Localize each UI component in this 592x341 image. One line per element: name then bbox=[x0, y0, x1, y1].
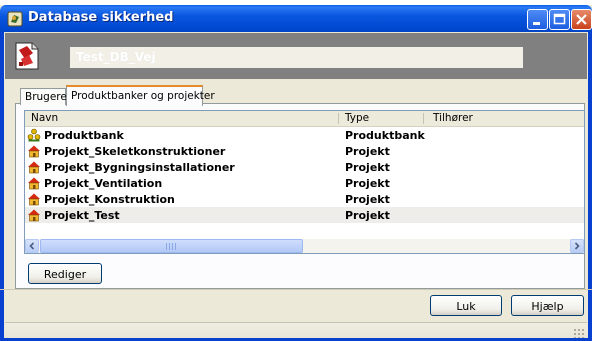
close-icon bbox=[576, 14, 587, 25]
title-bar[interactable]: Database sikkerhed bbox=[0, 5, 592, 32]
database-header: Test_DB_Vej bbox=[5, 33, 587, 79]
database-security-window: Database sikkerhed Test_DB_Vej Brugere P… bbox=[0, 5, 592, 341]
row-type: Projekt bbox=[345, 209, 390, 222]
house-icon bbox=[28, 145, 40, 158]
row-type: Projekt bbox=[345, 145, 390, 158]
edit-button[interactable]: Rediger bbox=[28, 263, 102, 284]
tab-produktbanker-og-projekter[interactable]: Produktbanker og projekter bbox=[66, 85, 215, 106]
projects-list[interactable]: Navn Type Tilhører Produktbank Produktba… bbox=[24, 110, 585, 254]
window-frame-right bbox=[588, 32, 592, 341]
help-button[interactable]: Hjælp bbox=[511, 295, 584, 316]
horizontal-scrollbar[interactable] bbox=[25, 239, 584, 253]
row-name: Projekt_Skeletkonstruktioner bbox=[44, 145, 226, 158]
column-header-tilhoerer[interactable]: Tilhører bbox=[433, 112, 473, 124]
list-row[interactable]: Projekt_Konstruktion Projekt bbox=[25, 191, 584, 207]
list-row[interactable]: Produktbank Produktbank bbox=[25, 127, 584, 143]
grip-icon bbox=[166, 243, 178, 250]
house-icon bbox=[28, 177, 40, 190]
people-icon bbox=[27, 128, 41, 142]
database-name-field: Test_DB_Vej bbox=[70, 47, 523, 68]
scrollbar-thumb[interactable] bbox=[40, 239, 303, 253]
minimize-icon bbox=[533, 22, 540, 25]
list-header: Navn Type Tilhører bbox=[25, 111, 584, 127]
list-row[interactable]: Projekt_Ventilation Projekt bbox=[25, 175, 584, 191]
house-icon bbox=[28, 193, 40, 206]
minimize-button[interactable] bbox=[527, 9, 548, 30]
row-name: Produktbank bbox=[44, 129, 124, 142]
column-separator[interactable] bbox=[338, 113, 339, 124]
close-window-button[interactable] bbox=[571, 9, 592, 30]
row-type: Projekt bbox=[345, 177, 390, 190]
list-row[interactable]: Projekt_Skeletkonstruktioner Projekt bbox=[25, 143, 584, 159]
row-name: Projekt_Konstruktion bbox=[44, 193, 175, 206]
house-icon bbox=[28, 209, 40, 222]
list-row[interactable]: Projekt_Bygningsinstallationer Projekt bbox=[25, 159, 584, 175]
database-document-icon bbox=[15, 42, 39, 70]
tab-brugere[interactable]: Brugere bbox=[20, 88, 67, 105]
divider bbox=[0, 289, 592, 290]
row-type: Produktbank bbox=[345, 129, 425, 142]
app-icon bbox=[7, 11, 23, 27]
row-name: Projekt_Ventilation bbox=[44, 177, 163, 190]
row-name: Projekt_Bygningsinstallationer bbox=[44, 161, 235, 174]
column-header-navn[interactable]: Navn bbox=[31, 112, 58, 124]
list-row-selected[interactable]: Projekt_Test Projekt bbox=[25, 207, 584, 223]
row-type: Projekt bbox=[345, 161, 390, 174]
maximize-icon bbox=[553, 13, 566, 25]
chevron-left-icon bbox=[29, 242, 35, 250]
row-name: Projekt_Test bbox=[44, 209, 120, 222]
chevron-right-icon bbox=[574, 242, 580, 250]
row-type: Projekt bbox=[345, 193, 390, 206]
scroll-left-button[interactable] bbox=[25, 239, 39, 253]
maximize-button[interactable] bbox=[549, 9, 570, 30]
window-title: Database sikkerhed bbox=[28, 10, 174, 25]
scroll-right-button[interactable] bbox=[570, 239, 584, 253]
column-header-type[interactable]: Type bbox=[345, 112, 369, 124]
close-button[interactable]: Luk bbox=[430, 295, 502, 316]
column-separator[interactable] bbox=[423, 113, 424, 124]
house-icon bbox=[28, 161, 40, 174]
window-frame-left bbox=[0, 32, 4, 341]
